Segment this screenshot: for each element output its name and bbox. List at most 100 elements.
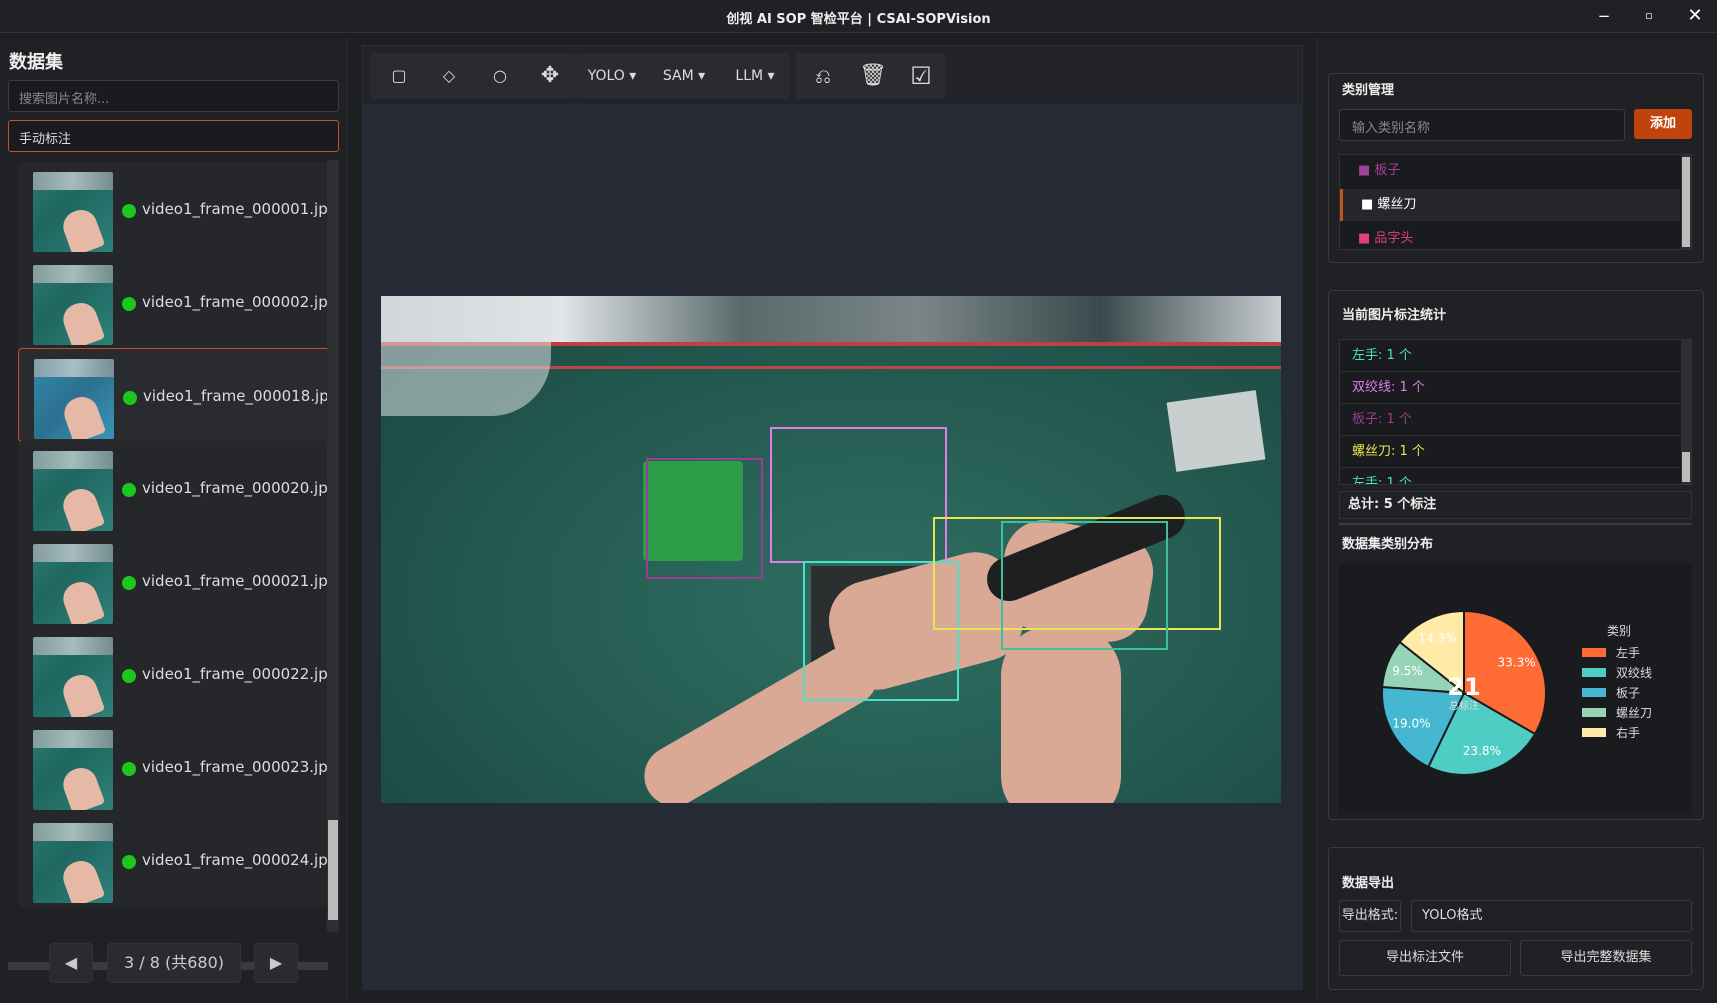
thumbnail-image [34,359,114,439]
legend-swatch-2 [1582,688,1606,697]
status-dot-icon [122,483,136,497]
yolo-dropdown[interactable]: YOLO ▾ [581,53,643,99]
mode-select[interactable]: 手动标注 [8,120,339,152]
thumbnail-image [33,823,113,903]
pie-label-4: 14.3% [1419,631,1457,645]
stats-scrollbar[interactable] [1681,340,1691,484]
llm-dropdown[interactable]: LLM ▾ [725,53,785,99]
export-title: 数据导出 [1342,876,1395,891]
file-item[interactable]: video1_frame_000022.jpg [18,627,337,721]
file-name: video1_frame_000024.jpg [142,851,338,869]
move-tool-icon[interactable]: ✥ [527,53,573,99]
category-name-input[interactable]: 输入类别名称 [1339,109,1625,141]
file-item[interactable]: video1_frame_000020.jpg [18,441,337,535]
stat-board: 板子: 1 个 [1352,412,1412,427]
prev-page-button[interactable]: ◀ [49,943,93,983]
file-name: video1_frame_000022.jpg [142,665,338,683]
category-title: 类别管理 [1342,83,1395,98]
category-manager: 类别管理 输入类别名称 添加 ■ 板子 ■ 螺丝刀 ■ 品字头 [1328,73,1704,263]
legend-swatch-3 [1582,708,1606,717]
file-list-scrollbar[interactable] [327,160,339,932]
file-name: video1_frame_000021.jpg [142,572,338,590]
category-list: ■ 板子 ■ 螺丝刀 ■ 品字头 [1339,154,1692,250]
legend-label-4: 右手 [1616,725,1640,740]
status-dot-icon [122,297,136,311]
file-item[interactable]: video1_frame_000001.jpg [18,162,337,256]
polygon-tool-icon[interactable]: ◇ [426,53,472,99]
pie-label-1: 23.8% [1463,744,1501,758]
stat-row: 双绞线: 1 个 [1340,372,1680,404]
right-arm [1001,626,1121,803]
bbox-board[interactable] [646,458,763,579]
pie-label-2: 19.0% [1392,716,1430,730]
stats-panel: 当前图片标注统计 左手: 1 个 双绞线: 1 个 板子: 1 个 螺丝刀: 1… [1328,290,1704,820]
pie-center-value: 21 [1447,673,1480,701]
file-item[interactable]: video1_frame_000023.jpg [18,720,337,814]
stat-twisted-wire: 双绞线: 1 个 [1352,380,1425,395]
legend-label-1: 双绞线 [1616,665,1652,680]
maximize-button[interactable]: ▫ [1634,4,1664,28]
file-item[interactable]: video1_frame_000002.jpg [18,255,337,349]
bbox-right-hand[interactable] [1001,521,1168,650]
pie-label-3: 9.5% [1392,664,1423,678]
stat-row: 板子: 1 个 [1340,404,1680,436]
file-item-selected[interactable]: video1_frame_000018.jpg [18,348,338,442]
thumbnail-image [33,265,113,345]
delete-icon[interactable]: 🗑 [850,53,896,99]
add-category-button[interactable]: 添加 [1634,109,1692,139]
format-label: 导出格式: [1339,900,1401,932]
thumbnail-image [33,637,113,717]
file-name: video1_frame_000023.jpg [142,758,338,776]
category-scrollbar[interactable] [1681,155,1691,249]
app-title: 创视 AI SOP 智检平台 | CSAI-SOPVision [726,12,991,27]
export-dataset-button[interactable]: 导出完整数据集 [1520,940,1692,976]
plastic-bag [381,296,551,416]
stat-screwdriver: 螺丝刀: 1 个 [1352,444,1425,459]
white-tray [1166,390,1266,472]
sam-dropdown[interactable]: SAM ▾ [653,53,715,99]
rect-tool-icon[interactable]: ▢ [376,53,422,99]
close-button[interactable]: ✕ [1680,4,1710,28]
thumbnail-image [33,172,113,252]
stat-row: 左手: 1 个 [1340,468,1680,484]
file-list: video1_frame_000001.jpg video1_frame_000… [8,162,339,934]
file-name: video1_frame_000018.jpg [143,387,339,405]
format-select[interactable]: YOLO格式 [1411,900,1692,932]
legend-swatch-1 [1582,668,1606,677]
status-dot-icon [122,576,136,590]
undo-icon[interactable]: ⎌ [800,53,846,99]
category-item-selected[interactable]: ■ 螺丝刀 [1340,189,1680,221]
confirm-check-icon[interactable]: ☑ [898,53,944,99]
bbox-twisted-wire[interactable] [770,427,947,563]
title-bar: 创视 AI SOP 智检平台 | CSAI-SOPVision − ▫ ✕ [0,0,1717,33]
status-dot-icon [122,855,136,869]
stat-row: 螺丝刀: 1 个 [1340,436,1680,468]
status-dot-icon [123,391,137,405]
legend-label-3: 螺丝刀 [1616,706,1652,720]
distribution-title: 数据集类别分布 [1342,537,1434,552]
status-dot-icon [122,669,136,683]
legend-swatch-4 [1582,728,1606,737]
search-input[interactable]: 搜索图片名称... [8,80,339,112]
stat-left-hand: 左手: 1 个 [1352,348,1412,363]
minimize-button[interactable]: − [1589,4,1619,28]
category-item[interactable]: ■ 板子 [1340,155,1680,187]
export-labels-button[interactable]: 导出标注文件 [1339,940,1511,976]
stats-title: 当前图片标注统计 [1342,308,1447,323]
file-item[interactable]: video1_frame_000021.jpg [18,534,337,628]
pie-chart-container: 33.3% 23.8% 19.0% 9.5% 14.3% 21 总标注 类别 左手 双绞线 板子 螺丝… [1339,563,1692,815]
thumbnail-image [33,451,113,531]
circle-tool-icon[interactable]: ○ [477,53,523,99]
annotation-toolbar: ▢ ◇ ○ ✥ YOLO ▾ SAM ▾ LLM ▾ ⎌ 🗑 ☑ [362,45,1303,105]
scrollbar-thumb[interactable] [328,820,338,920]
page-indicator: 3 / 8 (共680) [107,943,241,983]
pie-center-label: 总标注 [1449,699,1479,712]
file-name: video1_frame_000001.jpg [142,200,338,218]
legend-title: 类别 [1607,624,1631,638]
category-item[interactable]: ■ 品字头 [1340,223,1680,249]
legend-label-0: 左手 [1616,645,1640,660]
annotated-image[interactable] [381,296,1281,803]
stat-row: 左手: 1 个 [1340,340,1680,372]
file-item[interactable]: video1_frame_000024.jpg [18,813,337,907]
next-page-button[interactable]: ▶ [254,943,298,983]
